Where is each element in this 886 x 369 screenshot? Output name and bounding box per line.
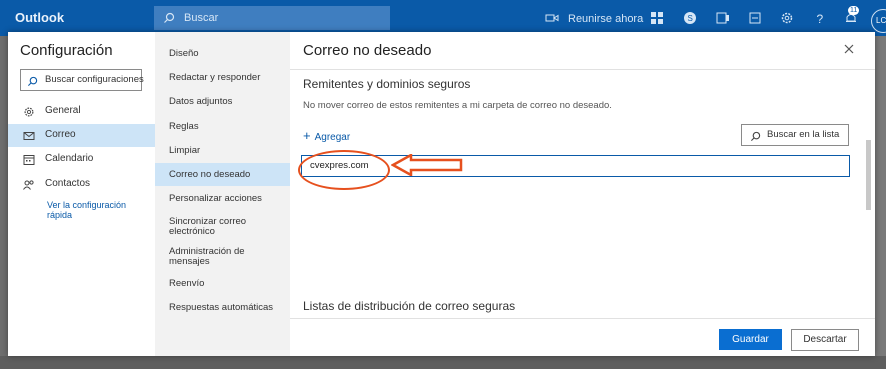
mail-nav-item-message-handling[interactable]: Administración de mensajes — [155, 243, 290, 269]
global-search-box[interactable]: Buscar — [154, 6, 390, 30]
help-icon[interactable]: ? — [813, 11, 827, 26]
mail-nav-item-forwarding[interactable]: Reenvío — [155, 274, 290, 294]
mail-nav-item-customize-actions[interactable]: Personalizar acciones — [155, 189, 290, 209]
list-search-input[interactable]: Buscar en la lista — [741, 124, 849, 146]
global-search-placeholder: Buscar — [184, 12, 219, 24]
people-icon — [23, 178, 35, 196]
divider — [290, 69, 875, 70]
safe-lists-heading: Listas de distribución de correo seguras — [303, 299, 516, 313]
mail-nav-item-junk[interactable]: Correo no deseado — [155, 163, 290, 186]
settings-search-placeholder: Buscar configuraciones — [45, 74, 144, 85]
search-icon — [750, 129, 761, 147]
mail-nav-item-sync-email[interactable]: Sincronizar correo electrónico — [155, 213, 290, 239]
settings-nav-item-label: General — [45, 105, 81, 116]
skype-icon[interactable]: S — [683, 11, 697, 25]
mail-nav-item-label: Correo no deseado — [169, 169, 251, 180]
mail-settings-nav: Diseño Redactar y responder Datos adjunt… — [155, 32, 290, 356]
junk-email-pane: Correo no deseado Remitentes y dominios … — [290, 32, 875, 356]
avatar[interactable]: LC — [871, 9, 886, 33]
discard-button[interactable]: Descartar — [791, 329, 859, 351]
settings-search-input[interactable]: Buscar configuraciones — [20, 69, 144, 92]
dimmed-background — [0, 36, 8, 369]
settings-nav-item-calendar[interactable]: Calendario — [8, 148, 155, 171]
mail-nav-item-label: Sincronizar correo electrónico — [169, 216, 247, 237]
settings-nav-item-general[interactable]: General — [8, 100, 155, 123]
mail-nav-item-attachments[interactable]: Datos adjuntos — [155, 92, 290, 112]
scrollbar[interactable] — [866, 140, 871, 210]
whats-new-icon[interactable] — [748, 11, 762, 25]
settings-nav-item-mail[interactable]: Correo — [8, 124, 155, 147]
mail-nav-item-label: Datos adjuntos — [169, 96, 233, 107]
gear-icon — [23, 105, 35, 123]
mail-nav-item-layout[interactable]: Diseño — [155, 44, 290, 64]
settings-title: Configuración — [20, 42, 113, 59]
mail-nav-item-label: Administración de mensajes — [169, 246, 245, 267]
search-icon — [163, 11, 175, 29]
notifications-badge: 11 — [848, 6, 860, 15]
page-title: Correo no deseado — [303, 42, 432, 59]
dimmed-background — [875, 36, 886, 369]
mail-nav-item-label: Reenvío — [169, 278, 205, 289]
meet-now-button[interactable]: Reunirse ahora — [568, 13, 643, 25]
top-bar: Outlook Buscar Reunirse ahora S ? 11 LC — [0, 0, 886, 36]
settings-nav-item-label: Correo — [45, 129, 76, 140]
mail-nav-item-label: Limpiar — [169, 145, 201, 156]
svg-text:S: S — [688, 14, 693, 23]
highlight-oval — [298, 150, 390, 190]
save-button[interactable]: Guardar — [719, 329, 782, 350]
gear-icon[interactable] — [780, 11, 794, 25]
mail-nav-item-label: Diseño — [169, 48, 199, 59]
safe-senders-heading: Remitentes y dominios seguros — [303, 77, 471, 91]
divider — [290, 318, 875, 319]
calendar-icon — [23, 153, 35, 171]
apps-grid-icon[interactable] — [650, 11, 664, 25]
safe-senders-description: No mover correo de estos remitentes a mi… — [303, 100, 612, 111]
settings-nav-item-label: Contactos — [45, 178, 91, 189]
mail-icon — [23, 129, 35, 147]
settings-nav: Configuración Buscar configuraciones Gen… — [8, 32, 155, 356]
close-icon[interactable] — [842, 42, 856, 56]
mail-nav-item-sweep[interactable]: Limpiar — [155, 141, 290, 161]
video-camera-icon[interactable] — [545, 11, 559, 25]
plus-icon: + — [303, 128, 311, 143]
add-button[interactable]: + Agregar — [303, 128, 350, 143]
quick-settings-link[interactable]: Ver la configuración rápida — [47, 200, 147, 220]
app-name[interactable]: Outlook — [15, 10, 64, 25]
mail-nav-item-label: Respuestas automáticas — [169, 302, 274, 313]
add-button-label: Agregar — [314, 132, 351, 143]
mail-nav-item-rules[interactable]: Reglas — [155, 117, 290, 137]
svg-text:?: ? — [817, 12, 824, 25]
mail-nav-item-label: Reglas — [169, 121, 199, 132]
mail-nav-item-label: Redactar y responder — [169, 72, 261, 83]
settings-dialog: Configuración Buscar configuraciones Gen… — [8, 32, 875, 356]
dimmed-background — [0, 356, 886, 369]
settings-nav-item-label: Calendario — [45, 153, 94, 164]
mail-nav-item-label: Personalizar acciones — [169, 193, 262, 204]
mail-nav-item-auto-replies[interactable]: Respuestas automáticas — [155, 298, 290, 318]
teams-icon[interactable] — [716, 11, 730, 25]
arrow-left-icon — [390, 152, 463, 181]
settings-nav-item-contacts[interactable]: Contactos — [8, 173, 155, 196]
list-search-placeholder: Buscar en la lista — [767, 129, 840, 140]
mail-nav-item-compose[interactable]: Redactar y responder — [155, 68, 290, 88]
search-icon — [27, 74, 38, 92]
